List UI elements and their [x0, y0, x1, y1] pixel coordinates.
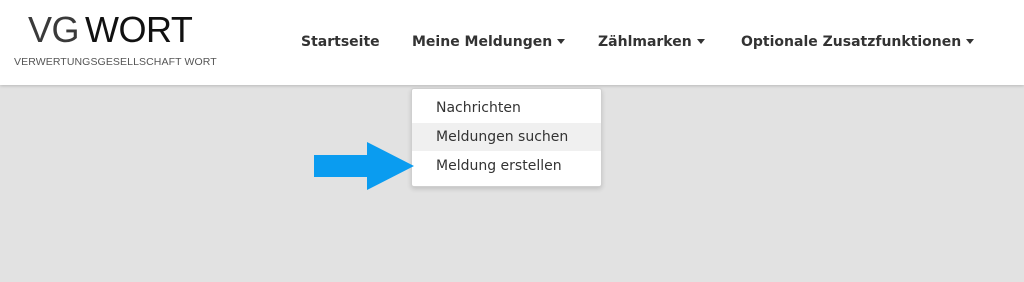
meine-meldungen-dropdown: Nachrichten Meldungen suchen Meldung ers… [411, 88, 602, 187]
nav-zaehlmarken-label: Zählmarken [598, 34, 692, 50]
logo-wort: WORT [85, 9, 193, 50]
caret-down-icon [696, 39, 705, 44]
caret-down-icon [966, 39, 975, 44]
dropdown-item-label: Meldungen suchen [436, 129, 569, 145]
nav-optionale-zusatzfunktionen[interactable]: Optionale Zusatzfunktionen [741, 31, 975, 53]
dropdown-item-meldungen-suchen[interactable]: Meldungen suchen [412, 123, 601, 151]
logo-subtitle: VERWERTUNGSGESELLSCHAFT WORT [14, 56, 217, 68]
nav-zaehlmarken[interactable]: Zählmarken [598, 31, 705, 53]
vg-wort-logo[interactable]: VG WORT VERWERTUNGSGESELLSCHAFT WORT [14, 8, 229, 72]
dropdown-item-label: Nachrichten [436, 100, 521, 116]
caret-down-icon [557, 39, 566, 44]
nav-optionale-zusatzfunktionen-label: Optionale Zusatzfunktionen [741, 34, 962, 50]
arrow-right-icon [314, 142, 414, 190]
nav-meine-meldungen-label: Meine Meldungen [412, 34, 553, 50]
logo-vg: VG [28, 9, 80, 50]
dropdown-item-meldung-erstellen[interactable]: Meldung erstellen [412, 152, 601, 180]
nav-startseite-label: Startseite [301, 34, 380, 50]
logo-wordmark: VG WORT [28, 8, 193, 52]
nav-startseite[interactable]: Startseite [301, 31, 380, 53]
dropdown-item-label: Meldung erstellen [436, 158, 562, 174]
dropdown-item-nachrichten[interactable]: Nachrichten [412, 94, 601, 122]
site-header: VG WORT VERWERTUNGSGESELLSCHAFT WORT Star… [0, 0, 1024, 85]
nav-meine-meldungen[interactable]: Meine Meldungen [412, 31, 566, 53]
arrow-shape [314, 142, 414, 190]
